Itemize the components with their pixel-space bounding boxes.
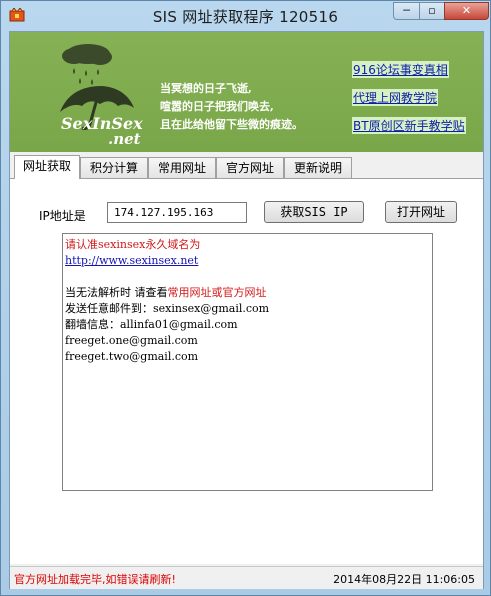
freeget-email-2: freeget.two@gmail.com — [65, 350, 199, 363]
tab-changelog[interactable]: 更新说明 — [284, 157, 352, 178]
poem-line: 喧嚣的日子把我们唤去, — [160, 100, 274, 113]
get-sis-ip-button[interactable]: 获取SIS IP — [264, 201, 364, 223]
app-window: SIS 网址获取程序 120516 ─ ▫ ✕ SexInSex .net 当冥… — [0, 0, 491, 596]
title-bar[interactable]: SIS 网址获取程序 120516 ─ ▫ ✕ — [1, 1, 490, 31]
client-area: SexInSex .net 当冥想的日子飞逝, 喧嚣的日子把我们唤去, 且在此给… — [9, 31, 484, 589]
tab-bar: 网址获取 积分计算 常用网址 官方网址 更新说明 — [10, 155, 483, 179]
tab-official-urls[interactable]: 官方网址 — [216, 157, 284, 178]
tab-get-url[interactable]: 网址获取 — [14, 155, 80, 179]
status-message: 官方网址加载完毕,如错误请刷新! — [14, 573, 176, 586]
wall-email: allinfa01@gmail.com — [120, 318, 238, 331]
close-button[interactable]: ✕ — [444, 2, 489, 20]
email-label: 发送任意邮件到： — [65, 302, 153, 315]
open-url-button[interactable]: 打开网址 — [385, 201, 457, 223]
banner: SexInSex .net 当冥想的日子飞逝, 喧嚣的日子把我们唤去, 且在此给… — [10, 32, 483, 152]
maximize-button[interactable]: ▫ — [419, 2, 445, 20]
resolve-hint-links: 常用网址或官方网址 — [167, 286, 267, 299]
info-textbox[interactable]: 请认准sexinsex永久域名为 http://www.sexinsex.net… — [62, 233, 433, 491]
link-bt-tutorial[interactable]: BT原创区新手教学贴 — [352, 117, 466, 134]
wall-label: 翻墙信息： — [65, 318, 120, 331]
sexinsex-url-link[interactable]: http://www.sexinsex.net — [65, 254, 198, 267]
link-forum-incident[interactable]: 916论坛事变真相 — [352, 61, 449, 78]
logo-subtext: .net — [108, 130, 141, 148]
poem-text: 当冥想的日子飞逝, 喧嚣的日子把我们唤去, 且在此给他留下些微的痕迹。 — [160, 80, 303, 134]
email-address: sexinsex@gmail.com — [153, 302, 270, 315]
poem-line: 当冥想的日子飞逝, — [160, 82, 252, 95]
tab-common-urls[interactable]: 常用网址 — [148, 157, 216, 178]
poem-line: 且在此给他留下些微的痕迹。 — [160, 118, 303, 131]
freeget-email-1: freeget.one@gmail.com — [65, 334, 198, 347]
ip-label: IP地址是 — [39, 209, 86, 223]
status-datetime: 2014年08月22日 11:06:05 — [333, 573, 475, 586]
status-bar: 官方网址加载完毕,如错误请刷新! 2014年08月22日 11:06:05 — [10, 566, 483, 589]
minimize-button[interactable]: ─ — [393, 2, 420, 20]
resolve-hint: 当无法解析时 请查看 — [65, 286, 168, 299]
tab-panel: IP地址是 174.127.195.163 获取SIS IP 打开网址 请认准s… — [10, 178, 483, 564]
ip-address-field[interactable]: 174.127.195.163 — [107, 202, 247, 223]
domain-notice: 请认准sexinsex永久域名为 — [65, 238, 201, 251]
tab-points-calc[interactable]: 积分计算 — [80, 157, 148, 178]
link-proxy-tutorial[interactable]: 代理上网教学院 — [352, 89, 439, 106]
